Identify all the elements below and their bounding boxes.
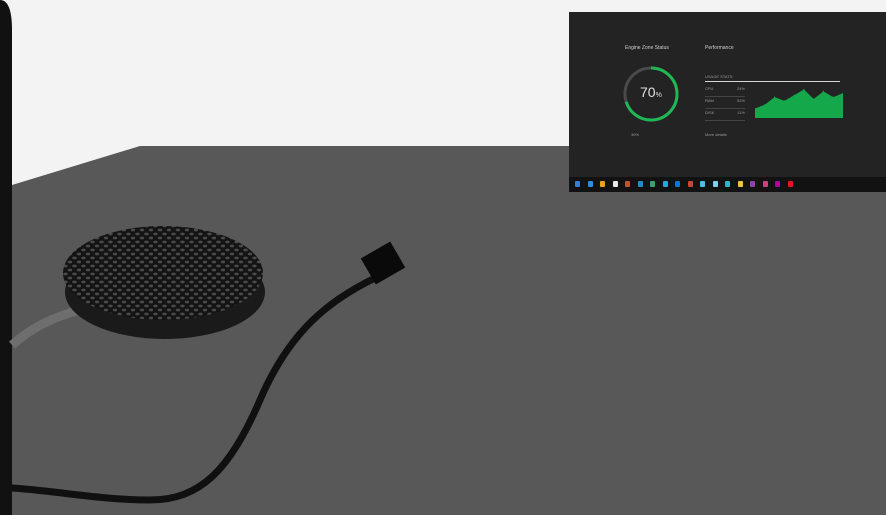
left-frame bbox=[0, 0, 12, 515]
area-point bbox=[813, 98, 815, 100]
percent-number: 70 bbox=[640, 84, 656, 100]
storage-title: Engine Zone Status bbox=[625, 45, 669, 51]
stat-label: CPU bbox=[705, 86, 714, 91]
taskbar-app-icon[interactable] bbox=[775, 181, 780, 187]
stat-row: RAM 52% bbox=[705, 97, 745, 109]
stat-row: DISK 11% bbox=[705, 109, 745, 121]
taskbar bbox=[569, 177, 886, 192]
taskbar-app-icon[interactable] bbox=[762, 181, 768, 187]
speaker-grille bbox=[63, 226, 263, 320]
taskbar-app-icon[interactable] bbox=[725, 181, 730, 187]
percent-label: 70% bbox=[640, 84, 662, 100]
area-point bbox=[822, 90, 825, 92]
taskbar-app-icon[interactable] bbox=[662, 181, 668, 187]
area-point bbox=[832, 96, 834, 98]
taskbar-app-icon[interactable] bbox=[612, 181, 618, 187]
taskbar-app-icon[interactable] bbox=[675, 181, 680, 187]
more-details-link[interactable]: More details bbox=[705, 132, 727, 137]
area-point bbox=[773, 96, 776, 98]
taskbar-app-icon[interactable] bbox=[700, 181, 705, 187]
taskbar-app-icon[interactable] bbox=[600, 181, 605, 187]
stat-label: DISK bbox=[705, 110, 715, 115]
performance-title: Performance bbox=[705, 45, 734, 51]
taskbar-app-icon[interactable] bbox=[625, 181, 630, 187]
stat-row: CPU 24% bbox=[705, 85, 745, 97]
stat-label: RAM bbox=[705, 98, 714, 103]
stat-value: 52% bbox=[736, 98, 745, 103]
stat-value: 11% bbox=[737, 110, 745, 115]
taskbar-app-icon[interactable] bbox=[750, 181, 755, 187]
taskbar-app-icon[interactable] bbox=[637, 181, 643, 187]
stats-list: CPU 24% RAM 52% DISK 11% bbox=[705, 85, 745, 121]
stat-value: 24% bbox=[736, 86, 745, 91]
area-point bbox=[783, 100, 785, 102]
taskbar-app-icon[interactable] bbox=[575, 181, 580, 187]
taskbar-app-icon[interactable] bbox=[737, 181, 743, 187]
percent-suffix: % bbox=[655, 92, 662, 99]
taskbar-app-icon[interactable] bbox=[787, 181, 793, 187]
area-point bbox=[764, 104, 766, 106]
storage-footer: 30% bbox=[631, 132, 640, 137]
taskbar-app-icon[interactable] bbox=[650, 181, 655, 187]
list-header: USAGE STATS bbox=[705, 74, 733, 79]
area-series bbox=[755, 89, 843, 118]
taskbar-app-icon[interactable] bbox=[687, 181, 693, 187]
area-point bbox=[793, 94, 795, 96]
taskbar-app-icon[interactable] bbox=[587, 181, 593, 187]
area-point bbox=[803, 88, 805, 91]
monitor-screen: Engine Zone Status 70% 30% Performance U… bbox=[569, 12, 886, 192]
taskbar-app-icon[interactable] bbox=[712, 181, 718, 187]
performance-area-chart bbox=[755, 88, 843, 118]
